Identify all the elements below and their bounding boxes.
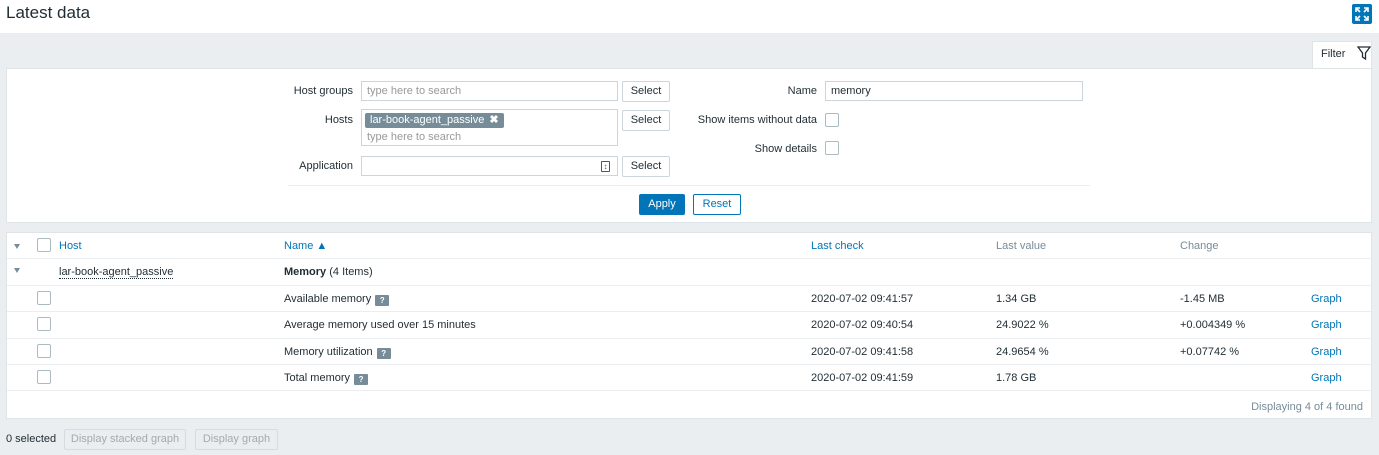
page-title: Latest data [6, 3, 91, 22]
graph-link[interactable]: Graph [1311, 346, 1342, 358]
lookup-icon[interactable]: ↕ [601, 161, 610, 172]
host-groups-input[interactable]: type here to search [361, 81, 618, 101]
page-header: Latest data [0, 0, 1379, 33]
latest-data-table: Host Name ▲ Last check Last value Change… [6, 232, 1372, 419]
host-groups-placeholder: type here to search [367, 85, 462, 97]
application-count: (4 Items) [326, 266, 373, 278]
help-icon[interactable]: ? [354, 374, 369, 385]
display-graph-button[interactable]: Display graph [195, 429, 278, 450]
collapse-all-icon[interactable] [14, 244, 20, 249]
row-checkbox[interactable] [37, 291, 51, 305]
application-group: Memory (4 Items) [284, 266, 373, 278]
last-value-cell: 24.9654 % [996, 346, 1049, 358]
change-cell: +0.07742 % [1180, 346, 1240, 358]
help-icon[interactable]: ? [375, 295, 390, 306]
graph-link[interactable]: Graph [1311, 372, 1342, 384]
table-row: Total memory? 2020-07-02 09:41:59 1.78 G… [7, 365, 1371, 391]
table-row: Available memory? 2020-07-02 09:41:57 1.… [7, 286, 1371, 312]
hosts-placeholder: type here to search [367, 131, 462, 143]
display-stacked-graph-button[interactable]: Display stacked graph [64, 429, 186, 450]
filter-panel: Host groups type here to search Select H… [6, 68, 1372, 223]
last-value-cell: 1.34 GB [996, 293, 1037, 305]
filter-icon [1357, 46, 1371, 61]
change-cell: +0.004349 % [1180, 319, 1246, 331]
fullscreen-button[interactable] [1352, 4, 1372, 24]
graph-link[interactable]: Graph [1311, 293, 1342, 305]
application-select-button[interactable]: Select [622, 156, 670, 177]
last-value-cell: 24.9022 % [996, 319, 1049, 331]
fullscreen-icon [1355, 7, 1369, 21]
show-items-without-data-checkbox[interactable] [825, 113, 839, 127]
table-header-row: Host Name ▲ Last check Last value Change [7, 233, 1371, 259]
host-chip: lar-book-agent_passive ✖ [365, 113, 504, 128]
show-details-label: Show details [754, 143, 817, 155]
application-label: Application [299, 160, 353, 172]
filter-tab[interactable]: Filter [1312, 41, 1372, 69]
item-name: Memory utilization? [284, 346, 391, 359]
last-check-cell: 2020-07-02 09:40:54 [811, 319, 914, 331]
reset-button[interactable]: Reset [693, 194, 741, 215]
host-groups-select-button[interactable]: Select [622, 81, 670, 102]
row-checkbox[interactable] [37, 370, 51, 384]
application-name: Memory [284, 266, 327, 278]
application-input[interactable]: ↕ [361, 156, 618, 176]
item-name: Available memory? [284, 293, 390, 306]
filter-divider [288, 185, 1090, 186]
last-check-cell: 2020-07-02 09:41:57 [811, 293, 914, 305]
show-details-checkbox[interactable] [825, 141, 839, 155]
filter-tab-label: Filter [1321, 48, 1346, 60]
table-row: Average memory used over 15 minutes 2020… [7, 312, 1371, 339]
last-check-cell: 2020-07-02 09:41:58 [811, 346, 914, 358]
selected-count: 0 selected [6, 433, 57, 445]
name-column-header[interactable]: Name ▲ [284, 240, 327, 252]
change-column-header: Change [1180, 240, 1219, 252]
item-name: Average memory used over 15 minutes [284, 319, 476, 331]
table-row: Memory utilization? 2020-07-02 09:41:58 … [7, 339, 1371, 365]
last-check-cell: 2020-07-02 09:41:59 [811, 372, 914, 384]
row-checkbox[interactable] [37, 344, 51, 358]
host-column-header[interactable]: Host [59, 240, 82, 252]
item-name: Total memory? [284, 372, 369, 385]
hosts-multiselect[interactable]: lar-book-agent_passive ✖ type here to sea… [361, 109, 618, 146]
host-name-link[interactable]: lar-book-agent_passive [59, 266, 174, 279]
change-cell: -1.45 MB [1180, 293, 1225, 305]
select-all-checkbox[interactable] [37, 238, 51, 252]
host-groups-label: Host groups [293, 85, 353, 97]
displaying-count: Displaying 4 of 4 found [1251, 401, 1363, 413]
last-value-column-header: Last value [996, 240, 1047, 252]
name-input[interactable]: memory [825, 81, 1083, 101]
chip-remove-icon[interactable]: ✖ [489, 114, 498, 126]
hosts-label: Hosts [324, 114, 353, 126]
apply-button[interactable]: Apply [639, 194, 685, 215]
last-value-cell: 1.78 GB [996, 372, 1037, 384]
graph-link[interactable]: Graph [1311, 319, 1342, 331]
host-chip-label: lar-book-agent_passive [370, 114, 485, 126]
show-items-without-data-label: Show items without data [697, 114, 817, 126]
row-checkbox[interactable] [37, 317, 51, 331]
collapse-group-icon[interactable] [14, 268, 20, 273]
last-check-column-header[interactable]: Last check [811, 240, 864, 252]
name-label: Name [787, 85, 817, 97]
group-row: lar-book-agent_passive Memory (4 Items) [7, 259, 1371, 286]
help-icon[interactable]: ? [376, 348, 391, 359]
name-value: memory [831, 85, 871, 97]
